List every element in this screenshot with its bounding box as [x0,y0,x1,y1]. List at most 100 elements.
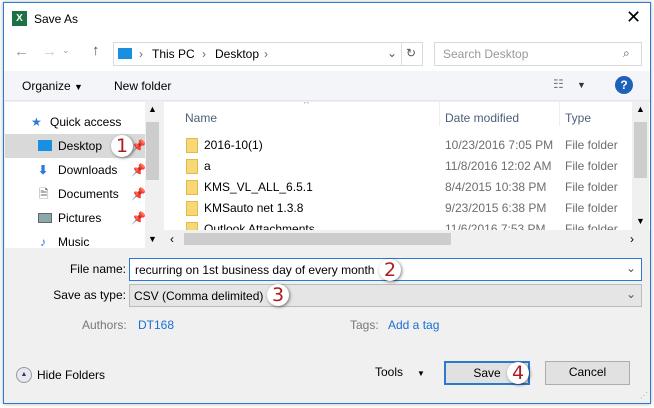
file-date: 9/23/2015 6:38 PM [445,201,547,215]
file-type: File folder [565,138,618,152]
download-icon: ⬇ [38,163,49,177]
file-list-vertical-scrollbar[interactable]: ▲ ▼ [632,102,649,230]
organize-label: Organize [22,79,71,93]
resize-grip-icon[interactable]: ⋰ [640,391,648,400]
authors-label: Authors: [82,318,127,332]
up-icon[interactable]: ↑ [92,42,100,59]
pin-icon[interactable]: 📌 [131,182,146,206]
add-tag-link[interactable]: Add a tag [388,318,439,332]
divider [439,102,440,126]
recent-dropdown-icon[interactable]: ⌄ [62,45,70,56]
file-name: KMSauto net 1.3.8 [204,201,304,215]
file-row[interactable]: 2016-10(1) 10/23/2016 7:05 PM File folde… [164,135,644,156]
step-badge-1: 1 [111,135,133,157]
breadcrumb-this-pc[interactable]: This PC [152,47,195,61]
close-icon[interactable]: ✕ [626,7,641,28]
save-as-type-select[interactable]: CSV (Comma delimited) ⌄ [129,284,642,307]
column-header-name[interactable]: Name [185,111,217,125]
sidebar-item-documents[interactable]: 🗎 Documents 📌 [5,182,146,206]
folder-icon [186,138,198,153]
sidebar-item-label: Downloads [58,163,118,177]
back-icon[interactable]: ← [14,43,29,60]
scroll-left-icon[interactable]: ‹ [170,232,174,246]
tags-label: Tags: [350,318,379,332]
pin-icon[interactable]: 📌 [131,206,146,230]
hide-folders-label: Hide Folders [37,368,106,382]
folder-icon [186,159,198,174]
music-icon: ♪ [40,235,46,248]
file-list-horizontal-scrollbar[interactable]: ‹ › [164,230,650,248]
file-name: 2016-10(1) [204,138,263,152]
file-name-value: recurring on 1st business day of every m… [135,263,375,277]
step-badge-3: 3 [267,284,289,306]
file-row[interactable]: KMSauto net 1.3.8 9/23/2015 6:38 PM File… [164,198,644,219]
address-bar[interactable]: › This PC › Desktop › ⌄ ↻ [113,42,423,66]
file-type: File folder [565,180,618,194]
separator: › [139,47,143,61]
search-icon[interactable]: ⌕ [623,46,630,61]
scroll-up-icon[interactable]: ▲ [148,104,157,114]
desktop-icon [118,48,132,59]
file-row[interactable]: a 11/8/2016 12:02 AM File folder [164,156,644,177]
breadcrumb-desktop[interactable]: Desktop [215,47,259,61]
file-row[interactable]: KMS_VL_ALL_6.5.1 8/4/2015 10:38 PM File … [164,177,644,198]
sidebar-item-label: Pictures [58,211,102,225]
scroll-down-icon[interactable]: ▼ [636,216,645,226]
file-type: File folder [565,159,618,173]
sidebar-item-downloads[interactable]: ⬇ Downloads 📌 [5,158,146,182]
sidebar-item-label: Desktop [58,139,103,153]
column-header-date[interactable]: Date modified [445,111,519,125]
toolbar: Organize ▼ New folder ☷ ▼ ? [4,71,650,101]
file-name-label: File name: [69,262,126,276]
pictures-icon [38,213,52,223]
sidebar-item-pictures[interactable]: Pictures 📌 [5,206,146,230]
sidebar-item-quick-access[interactable]: ★ Quick access [5,110,145,134]
divider [559,102,560,126]
separator: › [202,47,206,61]
cancel-button[interactable]: Cancel [545,361,630,385]
pin-icon[interactable]: 📌 [131,158,146,182]
scroll-thumb[interactable] [634,122,647,178]
organize-button[interactable]: Organize ▼ [22,79,83,93]
help-icon[interactable]: ? [615,76,633,94]
scroll-down-icon[interactable]: ▼ [148,234,157,244]
view-dropdown-icon[interactable]: ▼ [577,80,586,90]
tools-button[interactable]: Tools ▼ [375,365,425,379]
caret-down-icon: ▼ [417,369,425,378]
navigation-pane: ★ Quick access Desktop 📌 ⬇ Downloads 📌 🗎 Docu… [5,102,160,248]
save-as-type-label: Save as type: [53,288,126,302]
new-folder-button[interactable]: New folder [114,79,171,93]
chevron-down-icon[interactable]: ⌄ [626,261,636,275]
file-list: ^ Name Date modified Type 2016-10(1) 10/… [164,102,650,248]
file-date: 11/8/2016 12:02 AM [445,159,552,173]
tools-label: Tools [375,365,404,379]
column-header-type[interactable]: Type [565,111,591,125]
scroll-up-icon[interactable]: ▲ [636,104,645,114]
pin-icon[interactable]: 📌 [131,134,146,158]
sidebar-item-music[interactable]: ♪ Music [5,230,145,248]
search-placeholder: Search Desktop [443,47,529,61]
folder-icon [186,180,198,195]
save-as-dialog: X Save As ✕ ← → ⌄ ↑ › This PC › Desktop … [3,2,651,404]
navigation-scrollbar[interactable]: ▲ ▼ [145,102,160,248]
search-input[interactable]: Search Desktop ⌕ [434,42,642,66]
scroll-thumb[interactable] [146,122,159,180]
authors-value[interactable]: DT168 [138,318,174,332]
save-label: Save [473,366,501,380]
refresh-icon[interactable]: ↻ [406,46,416,60]
forward-icon[interactable]: → [42,43,57,60]
sidebar-item-label: Documents [58,187,119,201]
save-as-type-value: CSV (Comma delimited) [134,289,264,303]
step-badge-2: 2 [379,259,401,281]
file-name: KMS_VL_ALL_6.5.1 [204,180,313,194]
scroll-thumb[interactable] [184,233,451,245]
chevron-down-icon[interactable]: ⌄ [626,287,636,301]
star-icon: ★ [31,115,42,129]
sort-ascending-icon: ^ [304,102,309,110]
view-icon[interactable]: ☷ [553,77,564,91]
separator: › [264,47,268,61]
folder-icon [186,201,198,216]
scroll-right-icon[interactable]: › [630,232,634,246]
collapse-up-icon: ▲ [16,367,32,383]
chevron-down-icon[interactable]: ⌄ [387,46,397,60]
